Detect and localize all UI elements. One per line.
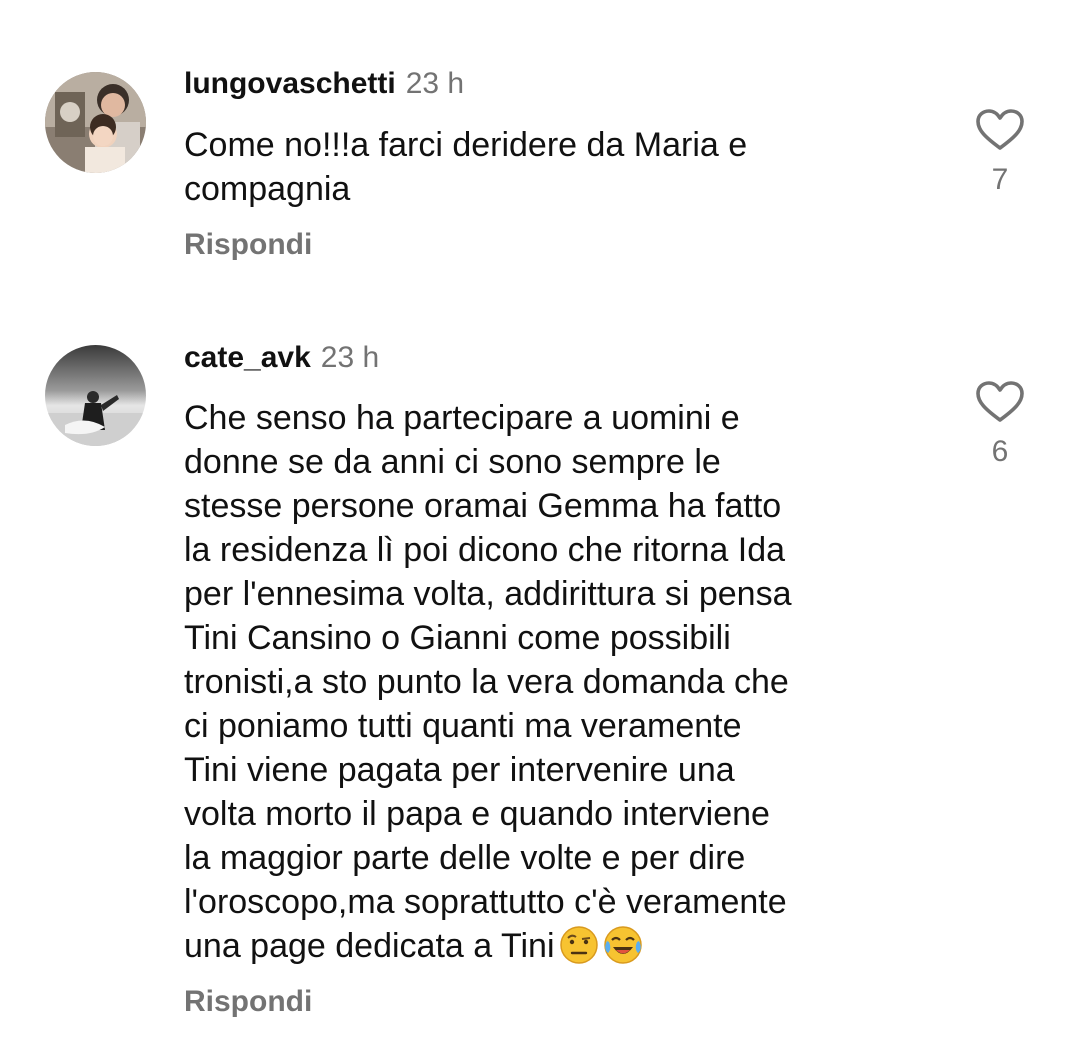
reply-button[interactable]: Rispondi <box>184 984 312 1020</box>
like-control: 6 <box>975 380 1025 470</box>
heart-outline-icon[interactable] <box>975 380 1025 424</box>
username[interactable]: lungovaschetti <box>184 67 396 100</box>
user-avatar-photo-icon <box>45 345 146 446</box>
timestamp: 23 h <box>320 341 380 374</box>
comment-text: Come no!!!a farci deridere da Maria e co… <box>184 126 748 208</box>
comment-header: lungovaschetti 23 h <box>184 66 464 107</box>
comment-text: Che senso ha partecipare a uomini e donn… <box>184 396 944 968</box>
like-count: 6 <box>991 435 1009 468</box>
avatar[interactable] <box>45 72 146 173</box>
heart-outline-icon[interactable] <box>975 108 1025 152</box>
username[interactable]: cate_avk <box>184 341 311 374</box>
comment-header: cate_avk 23 h <box>184 340 379 381</box>
like-count: 7 <box>991 163 1009 196</box>
avatar[interactable] <box>45 345 146 446</box>
raised-eyebrow-emoji-icon <box>559 925 599 965</box>
tears-of-joy-emoji-icon <box>603 925 643 965</box>
timestamp: 23 h <box>405 67 465 100</box>
comment-text-body: Che senso ha partecipare a uomini e donn… <box>184 399 792 965</box>
user-avatar-photo-icon <box>45 72 146 173</box>
reply-button[interactable]: Rispondi <box>184 227 312 263</box>
like-control: 7 <box>975 108 1025 198</box>
